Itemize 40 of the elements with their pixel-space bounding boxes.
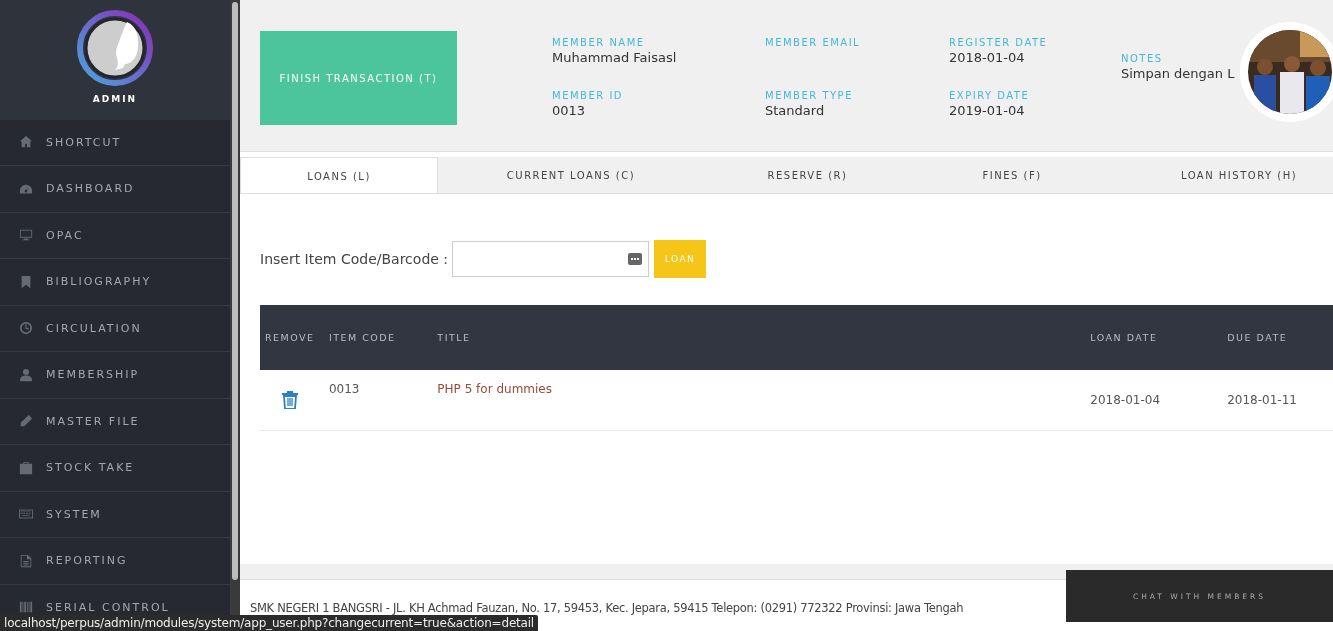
- user-name: ADMIN: [92, 94, 138, 104]
- field-label: REGISTER DATE: [949, 37, 1049, 48]
- barcode-icon: [19, 600, 33, 615]
- field-label: MEMBER ID: [552, 90, 625, 101]
- field-label: Insert Item Code/Barcode :: [260, 251, 449, 267]
- document-icon: [19, 553, 33, 568]
- field-label: MEMBER NAME: [552, 37, 646, 48]
- column-header: ITEM CODE: [328, 332, 396, 343]
- monitor-icon: [19, 228, 33, 243]
- field-label: NOTES: [1121, 53, 1164, 64]
- tab[interactable]: LOANS (L): [240, 157, 438, 193]
- column-header: DUE DATE: [1227, 332, 1288, 343]
- table-cell: 0013: [323, 370, 433, 431]
- avatar-icon: [77, 10, 153, 86]
- field-value: Muhammad Faisasl: [552, 50, 678, 66]
- keyboard-icon: [628, 253, 643, 265]
- field-value: Standard: [765, 103, 826, 119]
- field-label: MEMBER EMAIL: [765, 37, 862, 48]
- column-header: TITLE: [437, 332, 471, 343]
- table-cell: 2018-01-11: [1222, 370, 1333, 431]
- column-header: REMOVE: [265, 332, 315, 343]
- home-icon: [19, 135, 33, 150]
- item-code-field[interactable]: [452, 241, 650, 277]
- column-header: LOAN DATE: [1090, 332, 1158, 343]
- status-url-tooltip: localhost/perpus/admin/modules/system/app_user.php?changecurrent=true&action=detail: [0, 615, 538, 631]
- user-icon: [19, 367, 33, 382]
- field-value: 2019-01-04: [949, 103, 1026, 119]
- title-link[interactable]: PHP 5 for dummies: [432, 370, 1086, 431]
- trash-icon[interactable]: [282, 391, 298, 409]
- footer-address: SMK NEGERI 1 BANGSRI - JL. KH Achmad Fauzan, No. 17, 59453, Kec. Jepara, 59415 Telepon: (0291) 772322 Provinsi: Jawa Tengah: [250, 601, 964, 615]
- field-value: 0013: [552, 103, 587, 119]
- pencil-icon: [19, 414, 33, 429]
- clock-icon: [19, 321, 33, 336]
- field-value: 2018-01-04: [949, 50, 1026, 66]
- field-value: Simpan dengan L: [1121, 66, 1235, 82]
- field-label: EXPIRY DATE: [949, 90, 1031, 101]
- briefcase-icon: [19, 460, 33, 475]
- bookmark-icon: [19, 274, 33, 289]
- table-cell: 2018-01-04: [1085, 370, 1223, 431]
- field-label: MEMBER TYPE: [765, 90, 854, 101]
